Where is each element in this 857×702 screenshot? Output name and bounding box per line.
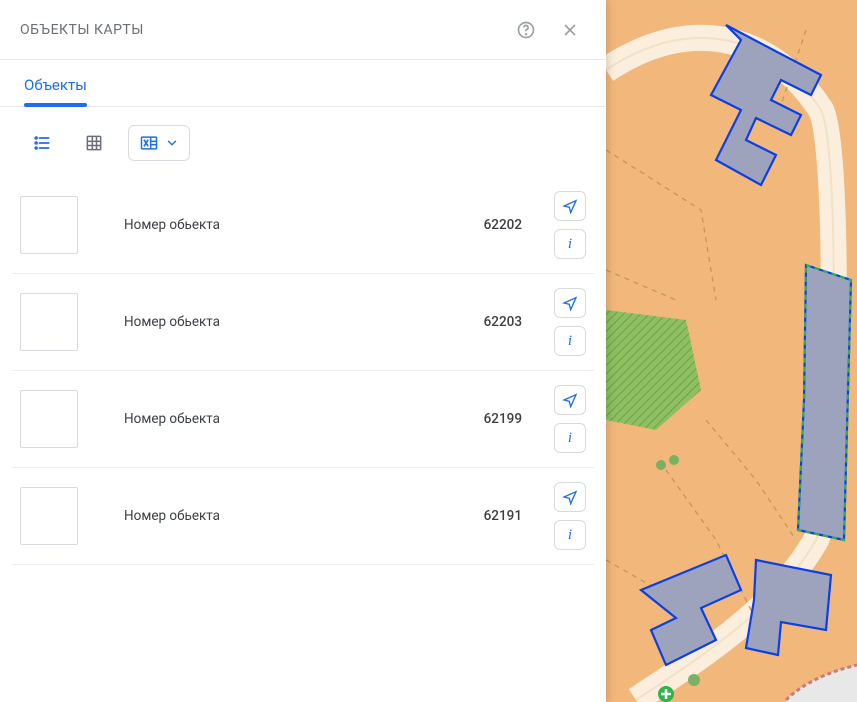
field-value: 62203 [484,314,522,330]
object-field: Номер обьекта 62191 [94,508,538,524]
tabs: Объекты [0,60,606,107]
objects-list: Номер обьекта 62202 i Номер обьекта 6220… [0,169,606,702]
field-label: Номер обьекта [124,217,220,233]
help-icon[interactable] [510,14,542,46]
export-excel-button[interactable] [128,125,190,161]
info-button[interactable]: i [554,423,586,453]
row-actions: i [554,482,586,550]
tab-objects[interactable]: Объекты [24,60,87,106]
list-item[interactable]: Номер обьекта 62191 i [12,468,594,565]
field-label: Номер обьекта [124,411,220,427]
list-item[interactable]: Номер обьекта 62202 i [12,177,594,274]
map-canvas[interactable] [606,0,857,702]
close-icon[interactable] [554,14,586,46]
locate-button[interactable] [554,191,586,221]
field-value: 62202 [484,217,522,233]
row-actions: i [554,191,586,259]
row-actions: i [554,385,586,453]
grid-view-button[interactable] [76,125,112,161]
info-button[interactable]: i [554,229,586,259]
field-value: 62199 [484,411,522,427]
panel-title: ОБЪЕКТЫ КАРТЫ [20,22,510,38]
object-field: Номер обьекта 62202 [94,217,538,233]
locate-button[interactable] [554,288,586,318]
info-button[interactable]: i [554,326,586,356]
objects-panel: ОБЪЕКТЫ КАРТЫ Объекты [0,0,606,702]
object-field: Номер обьекта 62199 [94,411,538,427]
thumbnail [20,487,78,545]
map-svg [606,0,857,702]
thumbnail [20,196,78,254]
list-item[interactable]: Номер обьекта 62203 i [12,274,594,371]
thumbnail [20,390,78,448]
locate-button[interactable] [554,482,586,512]
list-view-button[interactable] [24,125,60,161]
object-field: Номер обьекта 62203 [94,314,538,330]
row-actions: i [554,288,586,356]
add-marker-icon[interactable] [658,686,674,702]
info-button[interactable]: i [554,520,586,550]
list-item[interactable]: Номер обьекта 62199 i [12,371,594,468]
view-toolbar [0,107,606,169]
thumbnail [20,293,78,351]
panel-header: ОБЪЕКТЫ КАРТЫ [0,0,606,60]
field-value: 62191 [484,508,522,524]
field-label: Номер обьекта [124,314,220,330]
locate-button[interactable] [554,385,586,415]
field-label: Номер обьекта [124,508,220,524]
